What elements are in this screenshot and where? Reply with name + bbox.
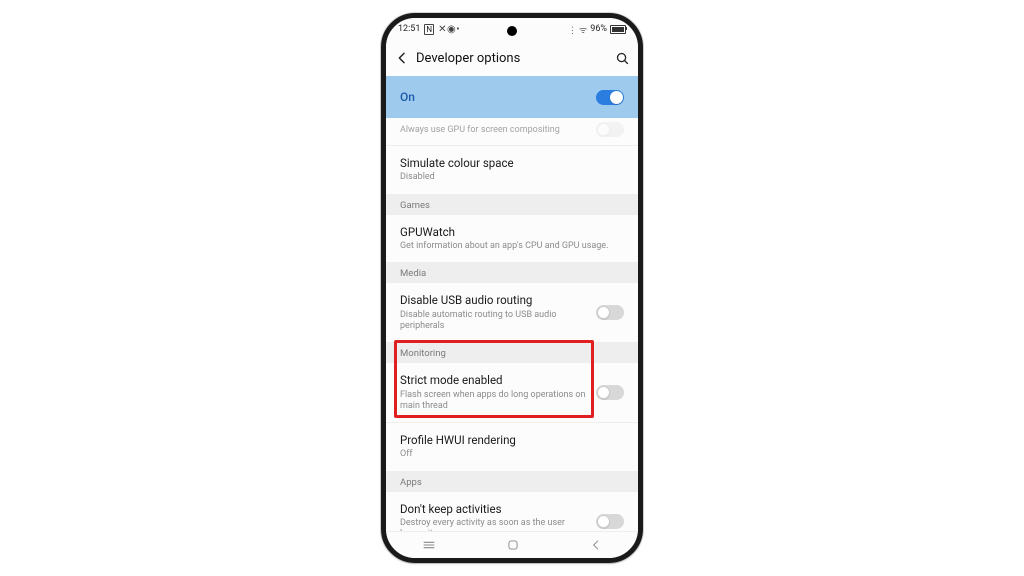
profile-hwui-title: Profile HWUI rendering xyxy=(400,433,624,447)
strict-mode-switch[interactable] xyxy=(596,385,624,400)
disable-usb-audio-title: Disable USB audio routing xyxy=(400,293,590,307)
nfc-indicator: N xyxy=(424,24,434,35)
row-gpuwatch[interactable]: GPUWatch Get information about an app's … xyxy=(386,215,638,263)
dont-keep-activities-switch[interactable] xyxy=(596,514,624,529)
status-time: 12:51 xyxy=(398,24,420,34)
master-toggle-row[interactable]: On xyxy=(386,76,638,118)
simulate-colour-title: Simulate colour space xyxy=(400,156,624,170)
row-simulate-colour-space[interactable]: Simulate colour space Disabled xyxy=(386,145,638,194)
disable-usb-audio-switch[interactable] xyxy=(596,305,624,320)
nav-recents-icon[interactable] xyxy=(421,539,437,551)
strict-mode-title: Strict mode enabled xyxy=(400,373,590,387)
section-apps: Apps xyxy=(386,471,638,492)
section-games: Games xyxy=(386,194,638,215)
phone-frame: 12:51 N ✕ ◉ • ⋮ ᯤ 96% Developer options xyxy=(381,13,643,563)
strict-mode-subtitle: Flash screen when apps do long operation… xyxy=(400,390,590,413)
row-dont-keep-activities[interactable]: Don't keep activities Destroy every acti… xyxy=(386,492,638,531)
simulate-colour-subtitle: Disabled xyxy=(400,172,624,183)
dont-keep-activities-title: Don't keep activities xyxy=(400,502,590,516)
status-icons-left: ✕ ◉ • xyxy=(438,24,458,35)
android-nav-bar xyxy=(386,531,638,558)
row-gpu-compositing-partial[interactable]: Always use GPU for screen compositing xyxy=(386,118,638,145)
gpuwatch-subtitle: Get information about an app's CPU and G… xyxy=(400,241,624,252)
gpuwatch-title: GPUWatch xyxy=(400,225,624,239)
row-strict-mode[interactable]: Strict mode enabled Flash screen when ap… xyxy=(386,363,638,422)
gpu-compositing-subtitle: Always use GPU for screen compositing xyxy=(400,125,560,135)
dont-keep-activities-subtitle: Destroy every activity as soon as the us… xyxy=(400,518,590,531)
section-monitoring: Monitoring xyxy=(386,342,638,363)
gpu-compositing-switch[interactable] xyxy=(596,122,624,137)
row-disable-usb-audio[interactable]: Disable USB audio routing Disable automa… xyxy=(386,283,638,342)
app-bar: Developer options xyxy=(386,40,638,76)
back-icon[interactable] xyxy=(394,50,410,66)
profile-hwui-subtitle: Off xyxy=(400,449,624,460)
battery-icon xyxy=(610,25,626,34)
section-media: Media xyxy=(386,262,638,283)
battery-text: 96% xyxy=(590,24,607,34)
wifi-icon: ⋮ ᯤ xyxy=(568,23,587,36)
search-icon[interactable] xyxy=(615,51,630,66)
master-toggle-switch[interactable] xyxy=(596,90,624,105)
disable-usb-audio-subtitle: Disable automatic routing to USB audio p… xyxy=(400,310,590,333)
nav-home-icon[interactable] xyxy=(506,538,520,552)
page-title: Developer options xyxy=(416,51,520,66)
settings-list[interactable]: Always use GPU for screen compositing Si… xyxy=(386,118,638,531)
screen: 12:51 N ✕ ◉ • ⋮ ᯤ 96% Developer options xyxy=(386,18,638,558)
nav-back-icon[interactable] xyxy=(589,538,603,552)
row-profile-hwui[interactable]: Profile HWUI rendering Off xyxy=(386,422,638,471)
camera-hole xyxy=(507,26,517,36)
master-toggle-label: On xyxy=(400,90,415,104)
